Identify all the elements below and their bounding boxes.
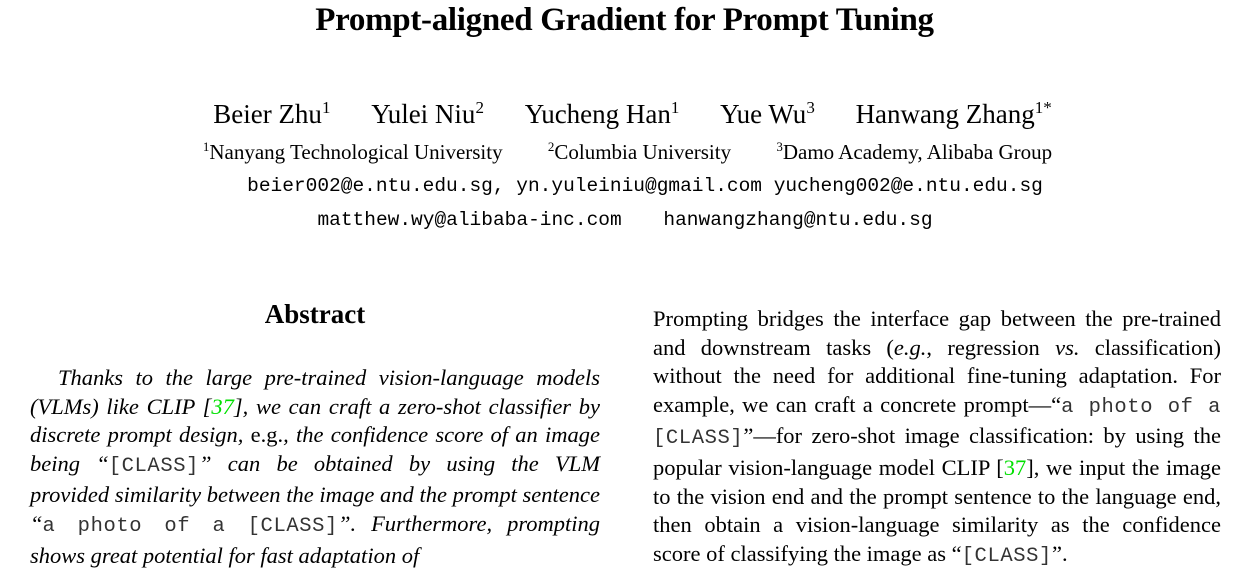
author-name: Hanwang Zhang [855, 99, 1035, 129]
author: Yucheng Han1 [524, 98, 680, 129]
author-sup: 1 [321, 98, 331, 117]
intro-column: Prompting bridges the interface gap betw… [653, 305, 1221, 571]
text-span: , regression [926, 334, 1056, 360]
affiliation: 1Nanyang Technological University [203, 139, 503, 164]
author-name: Yulei Niu [371, 99, 476, 129]
affiliation-name: Nanyang Technological University [209, 140, 503, 164]
affiliation: 2Columbia University [548, 139, 732, 164]
affiliation-name: Columbia University [554, 140, 732, 164]
email-line-1: beier002@e.ntu.edu.sg, yn.yuleiniu@gmail… [247, 175, 1043, 197]
code-span: [CLASS] [961, 544, 1052, 568]
intro-paragraph: Prompting bridges the interface gap betw… [653, 305, 1221, 571]
author-sup: 1* [1034, 98, 1052, 117]
affiliation-list: 1Nanyang Technological University 2Colum… [0, 139, 1249, 165]
author: Hanwang Zhang1* [855, 98, 1052, 129]
author-sup: 1 [670, 98, 680, 117]
code-span: [CLASS] [108, 454, 200, 478]
paper-title: Prompt-aligned Gradient for Prompt Tunin… [315, 2, 934, 38]
author: Yulei Niu2 [371, 98, 484, 129]
author-name: Yucheng Han [524, 99, 671, 129]
author: Beier Zhu1 [213, 98, 331, 129]
author: Yue Wu3 [720, 98, 815, 129]
abstract-body: Thanks to the large pre-trained vision-l… [30, 364, 600, 570]
author-sup: 3 [806, 98, 815, 117]
email: hanwangzhang@ntu.edu.sg [663, 209, 933, 231]
citation-link[interactable]: 37 [1004, 455, 1027, 480]
affiliation: 3Damo Academy, Alibaba Group [776, 139, 1053, 164]
text-span: e.g. [250, 422, 284, 448]
author-name: Beier Zhu [213, 99, 322, 129]
affiliation-name: Damo Academy, Alibaba Group [782, 140, 1053, 164]
text-span: ”. [1051, 540, 1068, 566]
abstract-paragraph: Thanks to the large pre-trained vision-l… [30, 364, 600, 570]
email: matthew.wy@alibaba-inc.com [317, 209, 622, 231]
citation-link[interactable]: 37 [211, 394, 234, 419]
author-list: Beier Zhu1 Yulei Niu2 Yucheng Han1 Yue W… [0, 98, 1249, 130]
text-span: vs. [1055, 334, 1080, 360]
abstract-heading: Abstract [264, 299, 366, 329]
email-line-2: matthew.wy@alibaba-inc.com hanwangzhang@… [0, 209, 1249, 231]
text-span: e.g. [893, 334, 927, 360]
author-sup: 2 [475, 98, 484, 117]
code-span: a photo of a [CLASS] [42, 514, 338, 538]
author-name: Yue Wu [720, 99, 807, 129]
